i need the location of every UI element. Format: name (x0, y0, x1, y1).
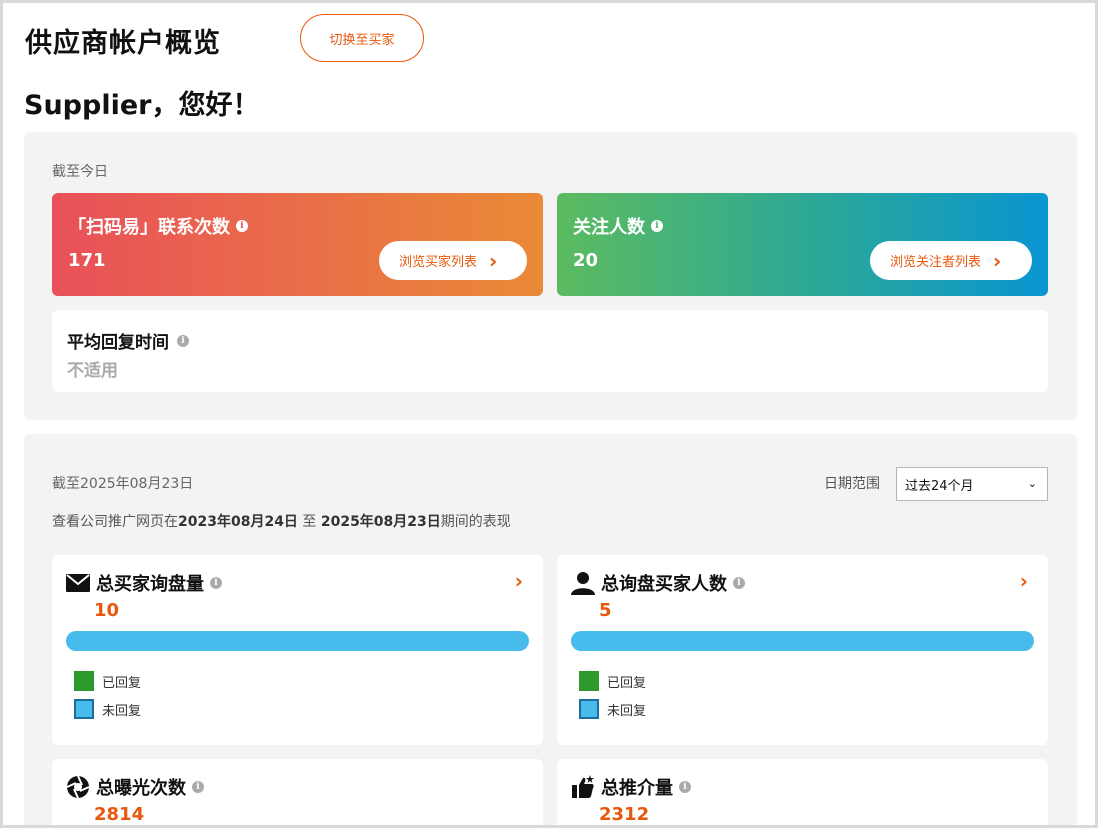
reply-time-card: 平均回复时间 i 不适用 (52, 310, 1048, 392)
inquiry-buyers-label: 总询盘买家人数 (601, 574, 727, 595)
legend-unreplied: 未回复 (74, 699, 141, 719)
info-icon[interactable]: i (733, 577, 745, 589)
inquiries-card: 总买家询盘量 i › 10 已回复 未回复 (52, 555, 543, 745)
chevron-right-icon: › (489, 248, 498, 273)
inquiry-buyers-reply-bar (571, 631, 1034, 651)
info-icon[interactable]: i (236, 220, 248, 232)
page: 供应商帐户概览 切换至买家 Supplier，您好！ 截至今日 「扫码易」联系次… (3, 3, 1095, 825)
recommendations-label: 总推介量 (601, 778, 673, 799)
info-icon[interactable]: i (679, 781, 691, 793)
person-icon (571, 571, 595, 595)
info-icon[interactable]: i (210, 577, 222, 589)
inquiries-label: 总买家询盘量 (96, 574, 204, 595)
recommendations-card: 总推介量 i 2312 (557, 759, 1048, 825)
followers-card: 关注人数 i 20 浏览关注者列表 › (557, 193, 1048, 296)
period-end: 2025年08月23日 (320, 514, 441, 530)
exposure-card: 总曝光次数 i 2814 (52, 759, 543, 825)
browse-buyers-label: 浏览买家列表 (399, 255, 478, 270)
inquiry-buyers-detail-arrow[interactable]: › (1020, 569, 1028, 593)
exposure-label: 总曝光次数 (96, 778, 186, 799)
replied-swatch (579, 671, 599, 691)
period-description: 查看公司推广网页在2023年08月24日 至 2025年08月23日期间的表现 (52, 511, 511, 531)
replied-swatch (74, 671, 94, 691)
date-range-select[interactable]: 过去24个月 ⌄ (896, 467, 1048, 501)
exposure-value: 2814 (94, 804, 145, 825)
switch-to-buyer-button[interactable]: 切换至买家 (300, 14, 424, 62)
recommendations-head: 总推介量 i (571, 774, 691, 800)
legend-unreplied-label: 未回复 (102, 703, 142, 719)
performance-panel: 截至2025年08月23日 日期范围 过去24个月 ⌄ 查看公司推广网页在202… (24, 434, 1077, 825)
exposure-head: 总曝光次数 i (66, 774, 204, 800)
summary-asof: 截至今日 (52, 164, 108, 180)
period-mid: 至 (297, 514, 321, 530)
date-range-value: 过去24个月 (905, 478, 974, 494)
browse-followers-label: 浏览关注者列表 (890, 255, 982, 270)
header: 供应商帐户概览 (25, 21, 221, 60)
reply-time-value: 不适用 (67, 361, 118, 381)
info-icon[interactable]: i (651, 220, 663, 232)
inquiries-value: 10 (94, 600, 120, 621)
summary-panel: 截至今日 「扫码易」联系次数 i 171 浏览买家列表 › 关注人数 i 20 … (24, 132, 1077, 420)
contacts-card: 「扫码易」联系次数 i 171 浏览买家列表 › (52, 193, 543, 296)
browse-buyers-button[interactable]: 浏览买家列表 › (379, 241, 527, 280)
period-suffix: 期间的表现 (440, 514, 511, 530)
unreplied-swatch (579, 699, 599, 719)
legend-replied-label: 已回复 (102, 675, 142, 691)
page-title: 供应商帐户概览 (25, 28, 221, 59)
legend-replied-label: 已回复 (607, 675, 647, 691)
unreplied-swatch (74, 699, 94, 719)
period-prefix: 查看公司推广网页在 (52, 514, 178, 530)
envelope-icon (66, 571, 90, 595)
inquiry-buyers-head: 总询盘买家人数 i (571, 570, 745, 596)
inquiry-buyers-card: 总询盘买家人数 i › 5 已回复 未回复 (557, 555, 1048, 745)
followers-value: 20 (573, 250, 599, 271)
info-icon[interactable]: i (192, 781, 204, 793)
followers-label: 关注人数 (573, 217, 645, 238)
inquiries-detail-arrow[interactable]: › (515, 569, 523, 593)
date-range-label: 日期范围 (824, 476, 880, 492)
chevron-down-icon: ⌄ (1027, 477, 1037, 490)
thumbs-up-icon (571, 775, 595, 799)
recommendations-value: 2312 (599, 804, 650, 825)
inquiry-buyers-value: 5 (599, 600, 612, 621)
legend-replied: 已回复 (74, 671, 141, 691)
followers-label-row: 关注人数 i (573, 213, 663, 239)
inquiries-reply-bar (66, 631, 529, 651)
performance-asof: 截至2025年08月23日 (52, 476, 194, 492)
inquiries-head: 总买家询盘量 i (66, 570, 222, 596)
reply-time-label: 平均回复时间 (67, 333, 169, 353)
period-start: 2023年08月24日 (178, 514, 298, 530)
info-icon[interactable]: i (177, 334, 189, 347)
chevron-right-icon: › (993, 248, 1002, 273)
legend-replied: 已回复 (579, 671, 646, 691)
legend-unreplied: 未回复 (579, 699, 646, 719)
contacts-value: 171 (68, 250, 106, 271)
aperture-icon (66, 775, 90, 799)
contacts-label-row: 「扫码易」联系次数 i (68, 213, 248, 239)
contacts-label: 「扫码易」联系次数 (68, 217, 230, 238)
legend-unreplied-label: 未回复 (607, 703, 647, 719)
reply-time-label-row: 平均回复时间 i (67, 328, 189, 353)
greeting: Supplier，您好！ (24, 90, 260, 121)
browse-followers-button[interactable]: 浏览关注者列表 › (870, 241, 1032, 280)
